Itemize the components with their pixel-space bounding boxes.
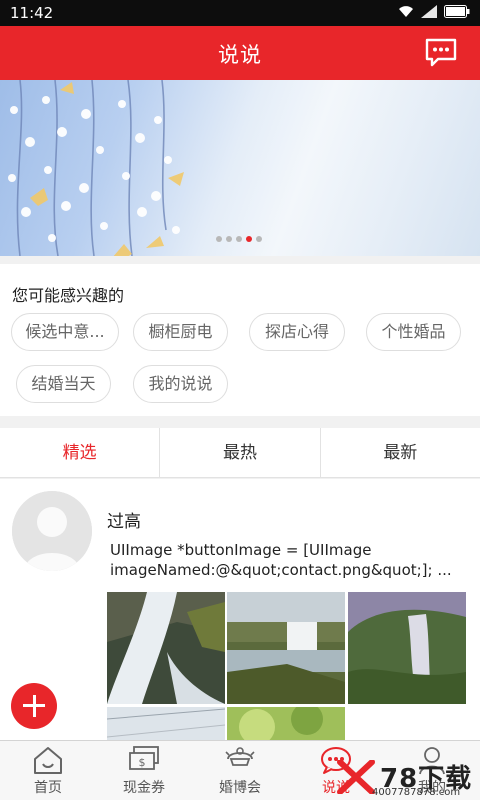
interest-tag[interactable]: 候选中意... xyxy=(11,313,119,351)
banner-carousel[interactable] xyxy=(0,80,480,256)
home-icon xyxy=(34,747,62,774)
watermark-url: 4007787878.com xyxy=(372,787,461,798)
photo-image xyxy=(227,707,345,741)
nav-home[interactable]: 首页 xyxy=(0,741,96,800)
nav-cash-coupon[interactable]: $ 现金券 xyxy=(96,741,192,800)
battery-icon xyxy=(444,5,470,18)
photo-image xyxy=(227,592,345,704)
post-photo-waterfall-1[interactable] xyxy=(107,592,225,704)
carousel-dot[interactable] xyxy=(226,236,232,242)
post-photo-waterfall-3[interactable] xyxy=(348,592,466,704)
watermark: 78下载 4007787878.com xyxy=(332,758,474,800)
post-card[interactable]: 过高 UIImage *buttonImage = [UIImage image… xyxy=(0,479,480,741)
post-text: UIImage *buttonImage = [UIImage imageNam… xyxy=(110,541,452,579)
interest-section: 您可能感兴趣的 候选中意... 橱柜厨电 探店心得 个性婚品 结婚当天 我的说说 xyxy=(0,264,480,416)
interest-tag[interactable]: 我的说说 xyxy=(133,365,228,403)
feed-tabs: 精选 最热 最新 xyxy=(0,428,480,478)
interest-title: 您可能感兴趣的 xyxy=(12,286,125,305)
status-icons xyxy=(398,5,470,18)
nav-home-label: 首页 xyxy=(34,780,62,796)
carousel-indicators xyxy=(216,236,262,242)
app-header: 说说 xyxy=(0,26,480,80)
wifi-icon xyxy=(399,6,413,17)
post-author[interactable]: 过高 xyxy=(107,507,141,532)
nav-wedding-expo-label: 婚博会 xyxy=(219,780,261,796)
carousel-dot-active[interactable] xyxy=(246,236,252,242)
nav-cash-coupon-label: 现金券 xyxy=(123,780,165,796)
watermark-x-icon xyxy=(337,760,375,794)
carousel-dot[interactable] xyxy=(256,236,262,242)
photo-image xyxy=(348,592,466,704)
tab-hottest[interactable]: 最热 xyxy=(160,428,321,477)
chat-bubble-icon xyxy=(425,38,457,67)
photo-image xyxy=(107,707,225,741)
default-avatar-icon xyxy=(12,491,92,571)
post-photo-4[interactable] xyxy=(107,707,225,741)
post-photo-5[interactable] xyxy=(227,707,345,741)
interest-tag[interactable]: 个性婚品 xyxy=(366,313,461,351)
status-time: 11:42 xyxy=(10,4,54,22)
photo-image xyxy=(107,592,225,704)
cash-coupon-icon: $ xyxy=(129,746,159,770)
message-button[interactable] xyxy=(424,37,458,69)
tab-newest[interactable]: 最新 xyxy=(321,428,480,477)
add-post-button[interactable] xyxy=(11,683,57,729)
nav-wedding-expo[interactable]: 婚博会 xyxy=(192,741,288,800)
interest-tag[interactable]: 结婚当天 xyxy=(16,365,111,403)
svg-text:$: $ xyxy=(139,756,146,769)
signal-icon xyxy=(421,5,437,18)
banner-image xyxy=(8,80,184,256)
post-photo-waterfall-2[interactable] xyxy=(227,592,345,704)
status-bar: 11:42 xyxy=(0,0,480,26)
avatar[interactable] xyxy=(12,491,92,571)
page-title: 说说 xyxy=(218,43,262,67)
interest-tag[interactable]: 探店心得 xyxy=(249,313,345,351)
carousel-dot[interactable] xyxy=(216,236,222,242)
wedding-expo-icon xyxy=(225,747,255,766)
interest-tag[interactable]: 橱柜厨电 xyxy=(133,313,228,351)
carousel-dot[interactable] xyxy=(236,236,242,242)
tab-featured[interactable]: 精选 xyxy=(0,428,161,477)
